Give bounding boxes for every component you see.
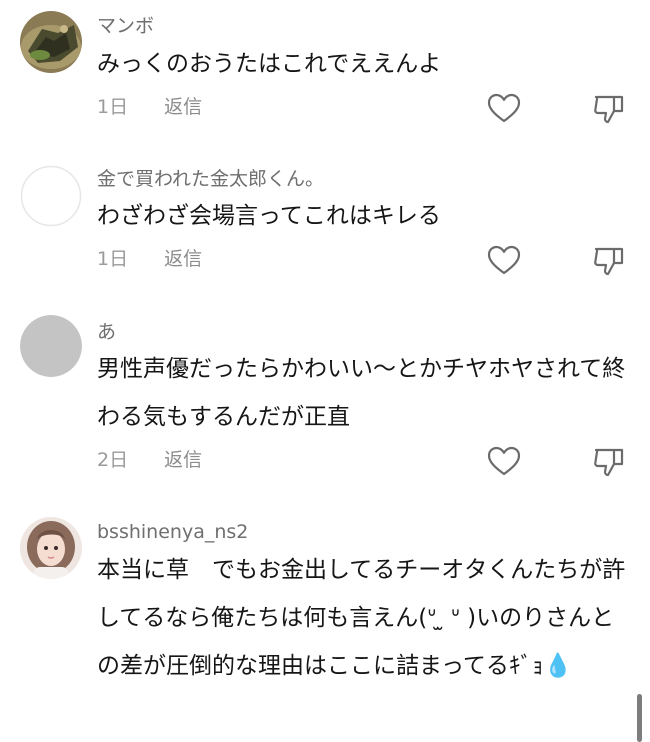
reply-button[interactable]: 返信	[164, 448, 202, 472]
avatar[interactable]	[20, 11, 82, 73]
comment-text: わざわざ会場言ってこれはキレる	[97, 203, 441, 229]
comment-text-suffix: ｷﾞｮ💧	[508, 653, 573, 679]
comment-date: 2日	[97, 449, 129, 471]
comment-text: 本当に草 でもお金出してるチーオタくんたちが許してるなら俺たちは何も言えん(ᐡ …	[97, 546, 627, 690]
comment-date: 1日	[97, 248, 129, 270]
like-icon[interactable]	[487, 445, 521, 477]
comment-item: bsshinenya_ns2 本当に草 でもお金出してるチーオタくんたちが許して…	[0, 500, 650, 742]
comment-item: あ 男性声優だったらかわいい〜とかチヤホヤされて終わる気もするんだが正直 2日 …	[0, 300, 650, 500]
scrollbar[interactable]	[637, 694, 642, 742]
like-icon[interactable]	[487, 92, 521, 124]
comment-username[interactable]: あ	[97, 320, 116, 344]
like-icon[interactable]	[487, 244, 521, 276]
avatar[interactable]	[20, 165, 82, 227]
comment-date: 1日	[97, 96, 129, 118]
avatar[interactable]	[20, 517, 82, 579]
comment-meta: 1日 返信	[97, 247, 202, 271]
comment-meta: 2日 返信	[97, 448, 202, 472]
comment-item: 金で買われた金太郎くん。 わざわざ会場言ってこれはキレる 1日 返信	[0, 150, 650, 300]
comment-username[interactable]: bsshinenya_ns2	[97, 520, 248, 544]
comment-item: マンボ みっくのおうたはこれでええんよ 1日 返信	[0, 0, 650, 150]
avatar[interactable]	[20, 315, 82, 377]
comment-text: みっくのおうたはこれでええんよ	[97, 51, 442, 77]
reply-button[interactable]: 返信	[164, 95, 202, 119]
comment-meta: 1日 返信	[97, 95, 202, 119]
comment-text: 男性声優だったらかわいい〜とかチヤホヤされて終わる気もするんだが正直	[97, 356, 626, 430]
dislike-icon[interactable]	[592, 243, 626, 277]
dislike-icon[interactable]	[592, 444, 626, 478]
comment-username[interactable]: マンボ	[97, 14, 154, 38]
comment-username[interactable]: 金で買われた金太郎くん。	[97, 167, 324, 191]
dislike-icon[interactable]	[592, 91, 626, 125]
reply-button[interactable]: 返信	[164, 247, 202, 271]
